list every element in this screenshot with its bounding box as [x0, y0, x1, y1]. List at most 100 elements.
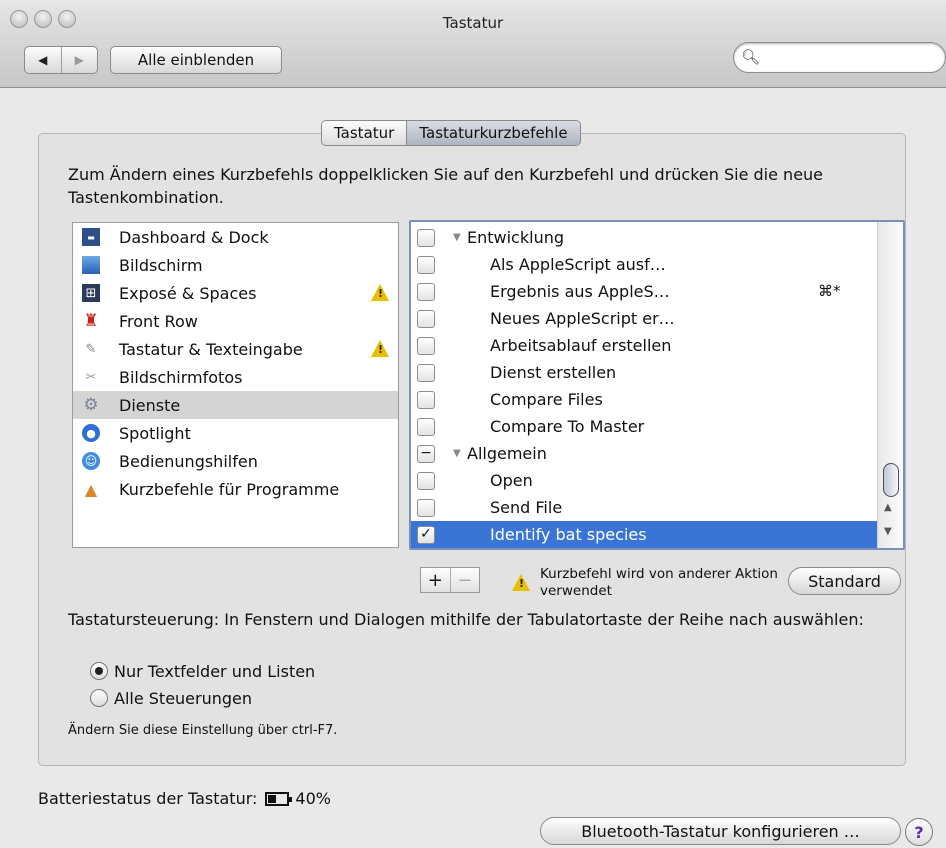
shortcut-checkbox[interactable]	[417, 310, 435, 328]
title-bar: Tastatur ◀ ▶ Alle einblenden 🔍︎	[0, 0, 946, 88]
scroll-down-arrow-icon[interactable]: ▼	[884, 526, 892, 537]
shortcut-checkbox[interactable]	[417, 256, 435, 274]
remove-button[interactable]: −	[449, 568, 480, 592]
expose-icon: ⊞	[82, 284, 100, 302]
category-expose-spaces[interactable]: ⊞ Exposé & Spaces !	[73, 279, 398, 307]
category-list[interactable]: ▬ Dashboard & Dock Bildschirm ⊞ Exposé &…	[72, 222, 399, 548]
services-gear-icon: ⚙	[83, 395, 99, 415]
disclosure-triangle-icon[interactable]: ▼	[453, 448, 461, 459]
shortcut-label: Compare To Master	[490, 417, 645, 436]
category-display[interactable]: Bildschirm	[73, 251, 398, 279]
scroll-up-arrow-icon[interactable]: ▲	[884, 502, 892, 513]
window-title: Tastatur	[442, 14, 504, 32]
category-keyboard-text[interactable]: ✎ Tastatur & Texteingabe !	[73, 335, 398, 363]
screenshot-icon: ✂	[85, 369, 97, 385]
tab-bar: Tastatur Tastaturkurzbefehle	[321, 120, 581, 146]
shortcut-checkbox[interactable]	[417, 418, 435, 436]
back-forward-control: ◀ ▶	[24, 46, 98, 74]
front-row-icon: ♜	[83, 311, 99, 331]
category-front-row[interactable]: ♜ Front Row	[73, 307, 398, 335]
shortcut-checkbox[interactable]	[417, 337, 435, 355]
shortcut-label: Open	[490, 471, 533, 490]
category-dashboard-dock[interactable]: ▬ Dashboard & Dock	[73, 223, 398, 251]
show-all-button[interactable]: Alle einblenden	[110, 46, 282, 74]
category-services[interactable]: ⚙ Dienste	[73, 391, 398, 419]
vertical-scrollbar[interactable]: ▲ ▼	[877, 222, 903, 548]
shortcut-key[interactable]: ⌘*	[818, 282, 841, 300]
category-label: Bildschirmfotos	[119, 367, 243, 387]
battery-label: Batteriestatus der Tastatur:	[38, 789, 258, 808]
shortcut-group-row[interactable]: − ▼ Allgemein	[411, 440, 877, 467]
shortcut-checkbox[interactable]	[417, 499, 435, 517]
category-spotlight[interactable]: ● Spotlight	[73, 419, 398, 447]
search-input[interactable]	[762, 47, 932, 68]
shortcut-row[interactable]: Ergebnis aus AppleS… ⌘*	[411, 278, 877, 305]
radio-button-selected[interactable]	[90, 662, 108, 680]
disclosure-triangle-icon[interactable]: ▼	[453, 232, 461, 243]
radio-label: Nur Textfelder und Listen	[114, 661, 316, 681]
battery-status: Batteriestatus der Tastatur: 40%	[38, 789, 331, 808]
shortcut-row[interactable]: Open	[411, 467, 877, 494]
display-icon	[82, 256, 100, 274]
category-label: Kurzbefehle für Programme	[119, 479, 340, 499]
battery-icon	[265, 791, 293, 806]
app-shortcuts-icon: ▲	[84, 479, 98, 499]
shortcut-label: Allgemein	[467, 444, 547, 463]
shortcut-row[interactable]: Als AppleScript ausf…	[411, 251, 877, 278]
forward-arrow-icon[interactable]: ▶	[60, 47, 98, 73]
back-arrow-icon[interactable]: ◀	[25, 47, 61, 73]
search-field[interactable]: 🔍︎	[733, 42, 946, 73]
category-label: Bedienungshilfen	[119, 451, 258, 471]
shortcut-checkbox[interactable]	[417, 391, 435, 409]
shortcut-checkbox[interactable]	[417, 229, 435, 247]
shortcut-label: Compare Files	[490, 390, 603, 409]
category-label: Exposé & Spaces	[119, 283, 257, 303]
shortcut-checkbox[interactable]	[417, 283, 435, 301]
category-label: Dienste	[119, 395, 181, 415]
help-icon[interactable]: ?	[905, 818, 933, 846]
warning-icon: !	[371, 284, 389, 301]
category-label: Tastatur & Texteingabe	[119, 339, 303, 359]
tab-keyboard-shortcuts[interactable]: Tastaturkurzbefehle	[406, 121, 580, 145]
shortcut-label: Neues AppleScript er…	[490, 309, 675, 328]
scrollbar-thumb[interactable]	[883, 463, 899, 497]
shortcut-group-row[interactable]: ▼ Entwicklung	[411, 224, 877, 251]
category-label: Front Row	[119, 311, 198, 331]
shortcut-label: Entwicklung	[467, 228, 564, 247]
shortcut-in-use-note: Kurzbefehl wird von anderer Aktion verwe…	[540, 566, 778, 599]
radio-all-controls[interactable]: Alle Steuerungen	[90, 686, 252, 710]
shortcut-row[interactable]: Compare Files	[411, 386, 877, 413]
shortcut-list[interactable]: ▼ Entwicklung Als AppleScript ausf… Erge…	[409, 220, 905, 550]
add-button[interactable]: +	[421, 568, 450, 592]
shortcut-row-selected[interactable]: ✓ Identify bat species	[411, 521, 877, 548]
category-screenshots[interactable]: ✂ Bildschirmfotos	[73, 363, 398, 391]
accessibility-icon: ☺	[82, 452, 100, 470]
shortcut-label: Arbeitsablauf erstellen	[490, 336, 672, 355]
shortcut-row[interactable]: Send File	[411, 494, 877, 521]
search-icon: 🔍︎	[741, 48, 761, 66]
keyboard-navigation-description: Tastatursteuerung: In Fenstern und Dialo…	[68, 610, 864, 629]
shortcut-row[interactable]: Neues AppleScript er…	[411, 305, 877, 332]
radio-button[interactable]	[90, 689, 108, 707]
spotlight-icon: ●	[82, 424, 100, 442]
radio-text-fields-lists[interactable]: Nur Textfelder und Listen	[90, 659, 315, 683]
shortcut-checkbox-mixed[interactable]: −	[417, 445, 435, 463]
category-accessibility[interactable]: ☺ Bedienungshilfen	[73, 447, 398, 475]
shortcut-label: Dienst erstellen	[490, 363, 617, 382]
bluetooth-keyboard-setup-button[interactable]: Bluetooth-Tastatur konfigurieren …	[540, 817, 901, 845]
tab-keyboard[interactable]: Tastatur	[322, 121, 407, 145]
category-app-shortcuts[interactable]: ▲ Kurzbefehle für Programme	[73, 475, 398, 503]
battery-level: 40%	[295, 789, 331, 808]
shortcut-checkbox[interactable]	[417, 472, 435, 490]
shortcut-hint: Ändern Sie diese Einstellung über ctrl-F…	[68, 723, 338, 738]
shortcut-row[interactable]: Arbeitsablauf erstellen	[411, 332, 877, 359]
shortcut-row[interactable]: Compare To Master	[411, 413, 877, 440]
keyboard-icon: ✎	[85, 341, 97, 357]
shortcut-checkbox-checked[interactable]: ✓	[417, 526, 435, 544]
shortcut-checkbox[interactable]	[417, 364, 435, 382]
defaults-button[interactable]: Standard	[788, 567, 901, 595]
preferences-window: Tastatur ◀ ▶ Alle einblenden 🔍︎ Tastatur…	[0, 0, 946, 848]
radio-label: Alle Steuerungen	[114, 688, 253, 708]
shortcut-row[interactable]: Dienst erstellen	[411, 359, 877, 386]
category-label: Spotlight	[119, 423, 191, 443]
